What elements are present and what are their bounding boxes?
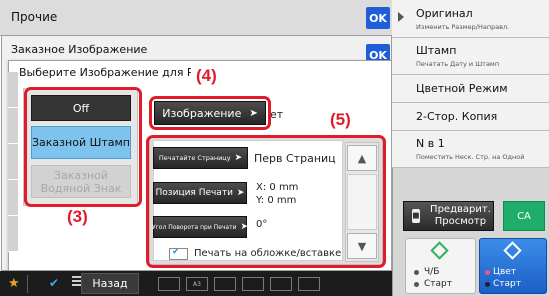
annotation-box-5	[146, 135, 386, 268]
left-edge-strip	[8, 144, 18, 180]
start-bw-label-1: Ч/Б	[424, 267, 440, 277]
star-icon[interactable]: ★	[8, 276, 20, 291]
tray-icon	[158, 277, 180, 291]
tab-original[interactable]: Оригинал Изменить Размер/Направл.	[392, 0, 549, 38]
callout-3: (3)	[67, 207, 88, 226]
tray-icon	[270, 277, 292, 291]
annotation-box-4	[149, 96, 271, 130]
left-edge-strip	[8, 216, 18, 252]
background-title: Прочие	[11, 10, 58, 24]
select-image-dialog-title: Выберите Изображение для Работы	[19, 66, 191, 79]
custom-image-dialog-title: Заказное Изображение	[11, 43, 148, 56]
separator	[27, 275, 28, 293]
checkmark-icon: ✔	[48, 276, 60, 290]
back-button[interactable]: Назад	[81, 273, 139, 294]
bullet-icon	[414, 282, 419, 287]
bullet-icon	[414, 270, 419, 275]
left-edge-strip	[8, 108, 18, 144]
tab-original-subtitle: Изменить Размер/Направл.	[416, 23, 510, 31]
tab-duplex[interactable]: 2-Стор. Копия	[392, 103, 549, 131]
checkmark-button[interactable]: ✔	[42, 275, 66, 291]
start-color-label-2: Старт	[493, 279, 521, 289]
tab-duplex-title: 2-Стор. Копия	[416, 110, 498, 123]
tab-original-title: Оригинал	[416, 7, 473, 20]
annotation-box-3	[24, 87, 142, 207]
left-edge-strip	[8, 72, 18, 108]
tray-icon	[214, 277, 236, 291]
tab-stamp-title: Штамп	[416, 44, 457, 57]
background-top-bar	[0, 0, 392, 36]
tab-n-up[interactable]: N в 1 Поместить Неск. Стр. на Одной	[392, 131, 549, 168]
preview-label: Предварит. Просмотр	[430, 204, 491, 227]
bullet-icon	[485, 270, 490, 275]
start-bw-label-2: Старт	[424, 279, 452, 289]
tray-icon	[242, 277, 264, 291]
tab-color-mode[interactable]: Цветной Режим	[392, 75, 549, 103]
tab-stamp[interactable]: Штамп Печатать Дату и Штамп	[392, 38, 549, 75]
image-trailing-text: ет	[270, 108, 284, 121]
tab-n-up-subtitle: Поместить Неск. Стр. на Одной	[416, 153, 525, 161]
bullet-icon	[485, 282, 490, 287]
tab-stamp-subtitle: Печатать Дату и Штамп	[416, 60, 500, 68]
tray-a3-icon: A3	[186, 277, 208, 291]
preview-icon: ◼	[412, 209, 420, 223]
preview-button[interactable]: ◼ Предварит. Просмотр	[403, 201, 494, 231]
ca-button[interactable]: CA	[503, 201, 545, 231]
tab-arrow-icon	[398, 12, 404, 22]
left-edge-strip	[8, 180, 18, 216]
callout-4: (4)	[196, 66, 217, 85]
start-color-label-1: Цвет	[493, 267, 517, 277]
tab-color-mode-title: Цветной Режим	[416, 82, 508, 95]
callout-5: (5)	[330, 110, 351, 129]
tab-n-up-title: N в 1	[416, 137, 445, 150]
tray-icon	[298, 277, 320, 291]
background-ok-button[interactable]: OK	[366, 7, 390, 29]
